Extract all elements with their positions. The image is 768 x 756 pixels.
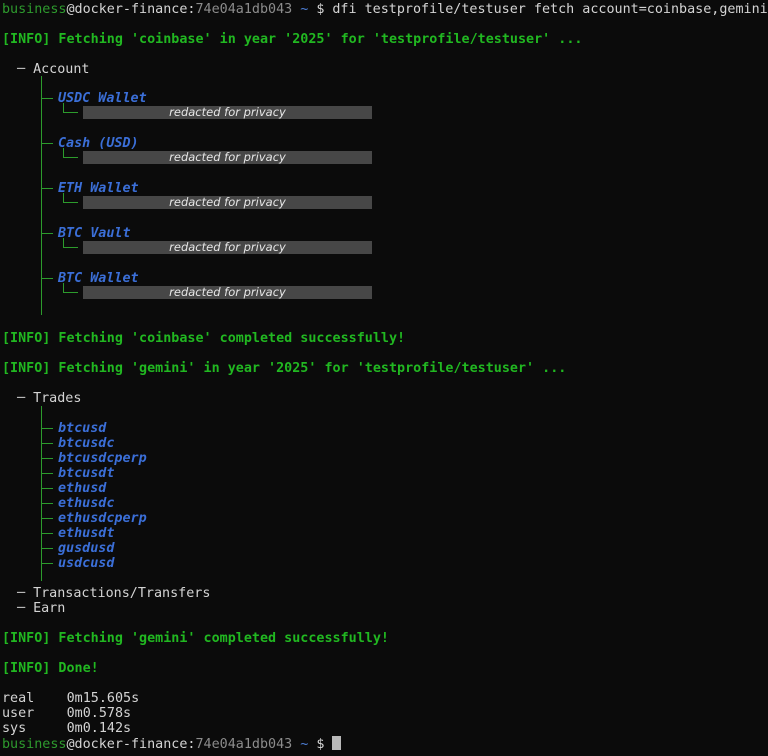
prompt-cwd: ~ (300, 737, 308, 752)
redacted-bar-label: redacted for privacy (169, 106, 286, 119)
tree-branch-line (41, 143, 53, 144)
tree-branch-line (41, 458, 53, 459)
tree-section-earn: ─ Earn (17, 601, 65, 616)
tree-branch-line (41, 278, 53, 279)
terminal-cursor (332, 736, 341, 750)
prompt-host: @docker-finance: (67, 2, 196, 17)
tree-elbow-line (63, 292, 78, 293)
redacted-bar: redacted for privacy (83, 151, 372, 164)
tree-section-trades: ─ Trades (17, 391, 81, 406)
tree-branch-line (41, 503, 53, 504)
timing-user: user0m0.578s (2, 706, 131, 721)
info-fetch-gemini-done: [INFO] Fetching 'gemini' completed succe… (2, 631, 389, 646)
info-fetch-coinbase-start: [INFO] Fetching 'coinbase' in year '2025… (2, 32, 582, 47)
timing-sys: sys0m0.142s (2, 721, 131, 736)
tree-dash: ─ (17, 601, 25, 616)
tree-section-transactions: ─ Transactions/Transfers (17, 586, 210, 601)
tree-item-wallet: BTC Vault (58, 226, 131, 241)
tree-item-trade: btcusd (58, 421, 106, 436)
tree-item-trade: ethusdcperp (58, 511, 147, 526)
tree-item-wallet: ETH Wallet (58, 181, 139, 196)
prompt-container-id: 74e04a1db043 (196, 737, 293, 752)
tree-section-label: Earn (33, 601, 65, 616)
prompt-line-active[interactable]: business@docker-finance:74e04a1db043 ~ $ (2, 736, 341, 751)
tree-trunk-line (41, 76, 42, 315)
tree-item-trade: ethusdt (58, 526, 114, 541)
tree-item-trade: ethusdc (58, 496, 114, 511)
tree-branch-line (41, 443, 53, 444)
tree-branch-line (41, 428, 53, 429)
tree-item-trade: usdcusd (58, 556, 114, 571)
tree-section-label: Transactions/Transfers (33, 586, 210, 601)
info-done: [INFO] Done! (2, 661, 99, 676)
prompt-user: business (2, 2, 67, 17)
prompt-container-id: 74e04a1db043 (196, 2, 293, 17)
tree-section-label: Account (33, 62, 89, 77)
tree-branch-line (41, 488, 53, 489)
terminal-window: business@docker-finance:74e04a1db043~$df… (0, 0, 768, 756)
tree-branch-line (41, 533, 53, 534)
timing-label: real (2, 691, 67, 706)
info-fetch-coinbase-done: [INFO] Fetching 'coinbase' completed suc… (2, 331, 405, 346)
timing-value: 0m0.578s (67, 706, 132, 721)
tree-dash: ─ (17, 586, 25, 601)
prompt-user: business (2, 737, 67, 752)
info-fetch-gemini-start: [INFO] Fetching 'gemini' in year '2025' … (2, 361, 566, 376)
tree-item-trade: btcusdc (58, 436, 114, 451)
tree-section-label: Trades (33, 391, 81, 406)
tree-elbow-line (63, 202, 78, 203)
redacted-bar: redacted for privacy (83, 196, 372, 209)
prompt-cwd: ~ (300, 2, 308, 17)
tree-elbow-line (63, 247, 78, 248)
prompt-symbol: $ (316, 2, 324, 17)
redacted-bar-label: redacted for privacy (169, 151, 286, 164)
timing-label: sys (2, 721, 67, 736)
tree-item-trade: btcusdt (58, 466, 114, 481)
command-text: dfi testprofile/testuser fetch account=c… (332, 2, 767, 17)
tree-branch-line (41, 98, 53, 99)
tree-branch-line (41, 188, 53, 189)
timing-real: real0m15.605s (2, 691, 139, 706)
prompt-line-command: business@docker-finance:74e04a1db043 ~ $ df… (2, 2, 768, 17)
timing-value: 0m15.605s (67, 691, 140, 706)
tree-item-trade: gusdusd (58, 541, 114, 556)
tree-branch-line (41, 473, 53, 474)
tree-item-wallet: BTC Wallet (58, 271, 139, 286)
tree-item-wallet: USDC Wallet (58, 91, 147, 106)
tree-item-trade: ethusd (58, 481, 106, 496)
prompt-symbol: $ (316, 737, 324, 752)
tree-branch-line (41, 518, 53, 519)
redacted-bar: redacted for privacy (83, 286, 372, 299)
redacted-bar: redacted for privacy (83, 106, 372, 119)
tree-branch-line (41, 233, 53, 234)
timing-value: 0m0.142s (67, 721, 132, 736)
redacted-bar: redacted for privacy (83, 241, 372, 254)
redacted-bar-label: redacted for privacy (169, 241, 286, 254)
tree-dash: ─ (17, 391, 25, 406)
tree-dash: ─ (17, 62, 25, 77)
timing-label: user (2, 706, 67, 721)
tree-trunk-line (41, 406, 42, 581)
tree-elbow-line (63, 157, 78, 158)
tree-section-account: ─ Account (17, 62, 90, 77)
redacted-bar-label: redacted for privacy (169, 286, 286, 299)
redacted-bar-label: redacted for privacy (169, 196, 286, 209)
tree-elbow-line (63, 112, 78, 113)
prompt-host: @docker-finance: (67, 737, 196, 752)
tree-item-wallet: Cash (USD) (58, 136, 139, 151)
tree-item-trade: btcusdcperp (58, 451, 147, 466)
tree-branch-line (41, 548, 53, 549)
tree-branch-line (41, 563, 53, 564)
